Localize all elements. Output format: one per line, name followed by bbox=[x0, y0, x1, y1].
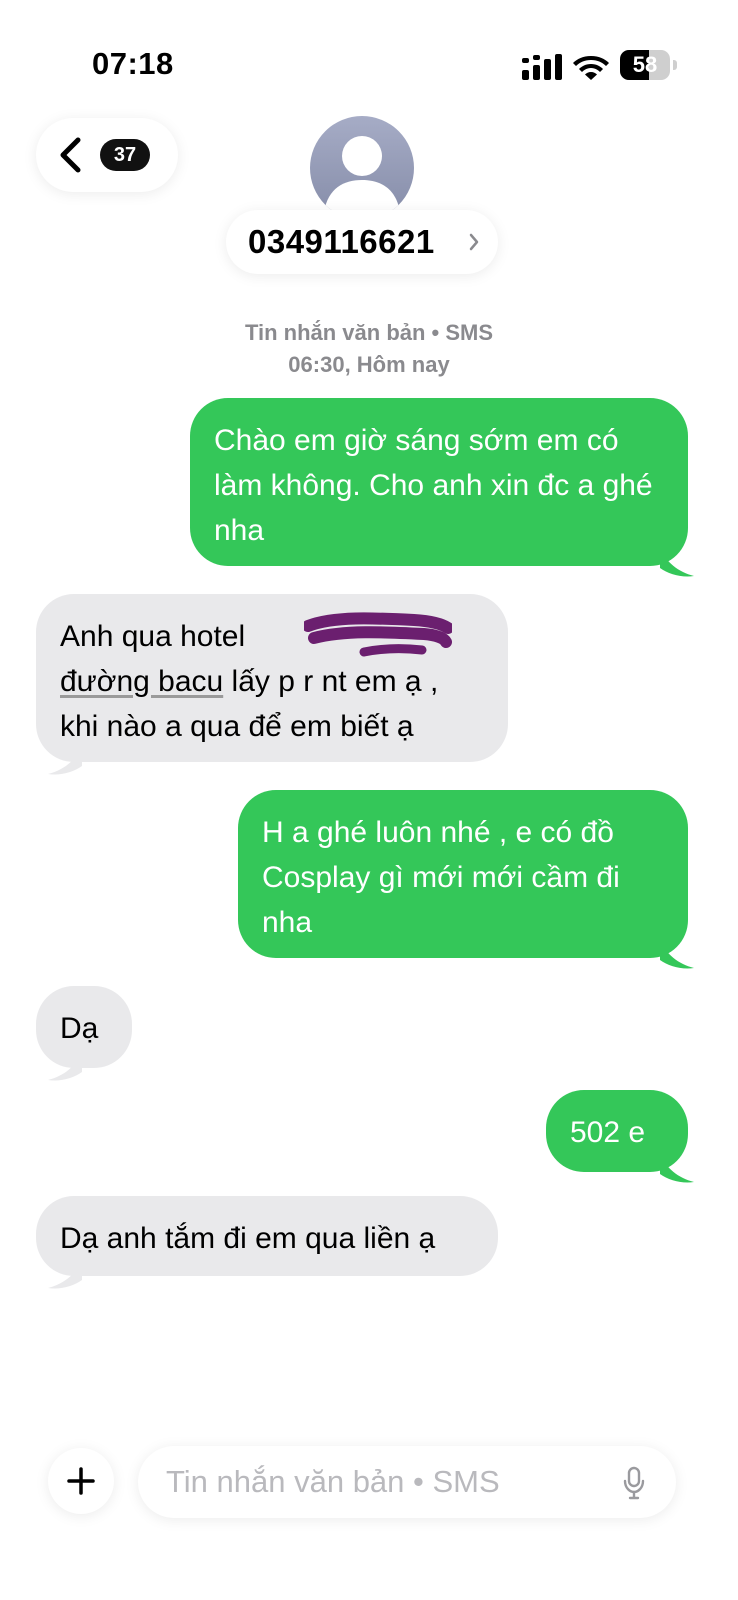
message-text: Dạ anh tắm đi em qua liền ạ bbox=[60, 1222, 436, 1255]
message-text-line: khi nào a qua để em biết ạ bbox=[60, 710, 414, 743]
person-silhouette-icon bbox=[324, 136, 400, 212]
wifi-icon bbox=[573, 56, 609, 80]
message-text-line: lấy p r nt em ạ , bbox=[223, 665, 439, 698]
outgoing-message[interactable]: Chào em giờ sáng sớm em có làm không. Ch… bbox=[190, 398, 688, 566]
contact-name: 0349116621 bbox=[248, 223, 435, 260]
cellular-signal-icon bbox=[522, 54, 562, 80]
incoming-bubble-tail bbox=[48, 746, 82, 775]
outgoing-bubble-tail bbox=[660, 940, 694, 969]
message-text: Dạ bbox=[60, 1012, 99, 1045]
message-text: 502 e bbox=[570, 1116, 646, 1149]
status-time: 07:18 bbox=[92, 46, 174, 81]
outgoing-bubble-tail bbox=[660, 1154, 694, 1183]
back-button[interactable]: 37 bbox=[36, 118, 178, 192]
incoming-bubble-tail bbox=[48, 1052, 82, 1081]
outgoing-bubble-tail bbox=[660, 548, 694, 577]
message-text: Chào em giờ sáng sớm em có làm không. Ch… bbox=[214, 424, 653, 547]
add-attachment-button[interactable] bbox=[48, 1448, 114, 1514]
message-input-placeholder: Tin nhắn văn bản • SMS bbox=[166, 1464, 500, 1499]
battery-icon: 58 bbox=[620, 50, 678, 80]
outgoing-message[interactable]: H a ghé luôn nhé , e có đồ Cosplay gì mớ… bbox=[238, 790, 688, 958]
chevron-left-icon bbox=[60, 137, 81, 173]
battery-percent: 58 bbox=[632, 52, 658, 77]
contact-name-button[interactable]: 0349116621 bbox=[226, 210, 498, 274]
microphone-icon[interactable] bbox=[622, 1466, 646, 1500]
incoming-message[interactable]: Dạ anh tắm đi em qua liền ạ bbox=[36, 1196, 498, 1276]
message-service-label: Tin nhắn văn bản • SMS bbox=[244, 320, 494, 345]
plus-icon bbox=[67, 1467, 95, 1495]
chevron-right-icon bbox=[469, 233, 479, 251]
incoming-message[interactable]: Anh qua hotel đường bacu lấy p r nt em ạ… bbox=[36, 594, 508, 762]
messages-screen: 07:18 58 37 0349116621 Tin nhắn văn bản … bbox=[0, 0, 738, 1600]
address-link[interactable]: đường bacu bbox=[60, 665, 223, 698]
unread-count-badge: 37 bbox=[100, 139, 150, 171]
message-text: H a ghé luôn nhé , e có đồ Cosplay gì mớ… bbox=[262, 816, 620, 939]
message-text-line: Anh qua hotel bbox=[60, 620, 246, 653]
contact-avatar[interactable] bbox=[310, 116, 414, 220]
message-timestamp: 06:30, Hôm nay bbox=[288, 352, 450, 377]
message-input[interactable]: Tin nhắn văn bản • SMS bbox=[138, 1446, 676, 1518]
redaction-scribble bbox=[304, 612, 452, 657]
incoming-bubble-tail bbox=[48, 1260, 82, 1289]
